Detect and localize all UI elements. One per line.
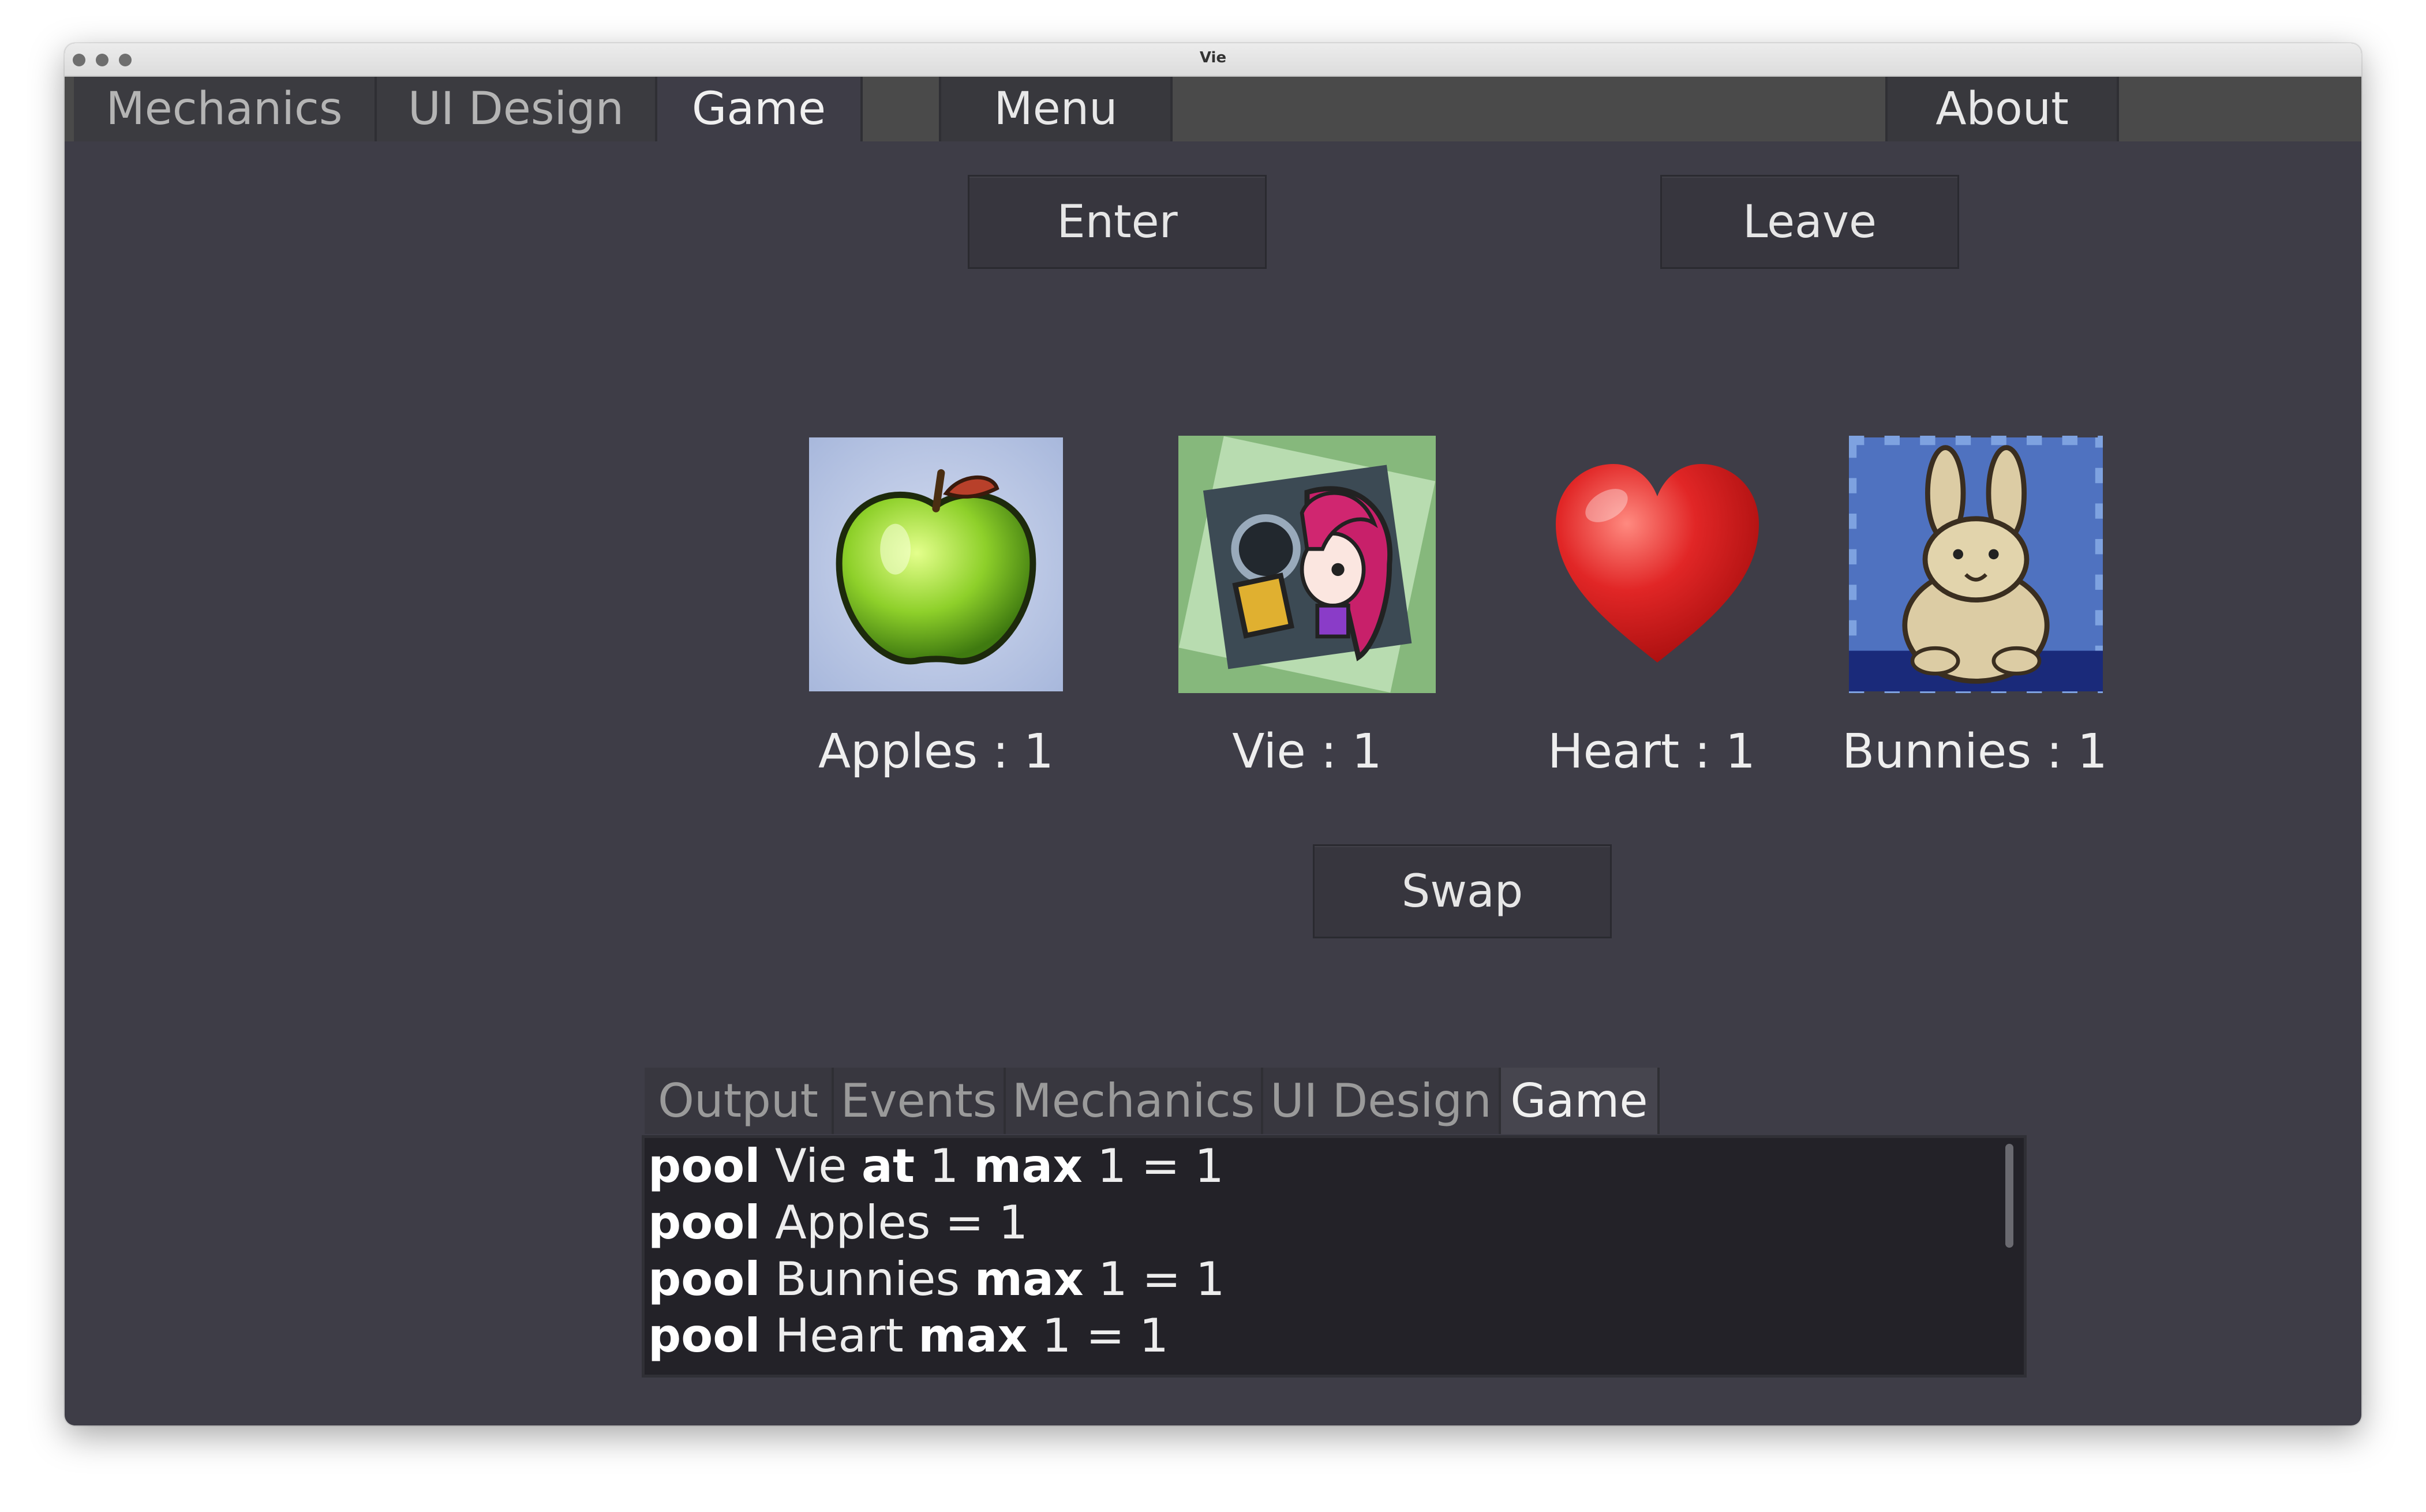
log-line: pool Apples = 1 [648, 1196, 1028, 1249]
log-tab-ui-design[interactable]: UI Design [1263, 1068, 1501, 1134]
vie-character-icon [1178, 436, 1436, 693]
window-title: Vie [1199, 49, 1227, 66]
log-tab-events[interactable]: Events [834, 1068, 1006, 1134]
log-panel[interactable]: pool Vie at 1 max 1 = 1 pool Apples = 1 … [642, 1135, 2027, 1378]
tab-ui-design[interactable]: UI Design [377, 77, 657, 141]
log-line: pool Bunnies max 1 = 1 [648, 1252, 1225, 1306]
app-window: Vie Mechanics UI Design Game Menu About … [65, 43, 2361, 1425]
tab-game[interactable]: Game [657, 77, 863, 141]
swap-button[interactable]: Swap [1313, 844, 1612, 938]
bunnies-count-label: Bunnies : 1 [1841, 724, 2108, 779]
apple-icon [809, 437, 1063, 691]
apples-count-label: Apples : 1 [818, 724, 1054, 779]
log-tab-game[interactable]: Game [1501, 1068, 1660, 1134]
leave-button[interactable]: Leave [1660, 175, 1959, 269]
log-tab-output[interactable]: Output [645, 1068, 834, 1134]
enter-button[interactable]: Enter [968, 175, 1267, 269]
log-scrollbar[interactable] [2005, 1144, 2013, 1248]
heart-icon [1542, 450, 1773, 681]
heart-count-label: Heart : 1 [1547, 724, 1756, 779]
log-tab-mechanics[interactable]: Mechanics [1006, 1068, 1263, 1134]
log-line: pool Vie at 1 max 1 = 1 [648, 1139, 1224, 1193]
title-bar: Vie [65, 43, 2361, 77]
about-button[interactable]: About [1885, 77, 2119, 141]
menu-button[interactable]: Menu [939, 77, 1173, 141]
vie-count-label: Vie : 1 [1232, 724, 1382, 779]
menu-bar: Mechanics UI Design Game Menu About [65, 77, 2361, 141]
log-line: pool Heart max 1 = 1 [648, 1309, 1169, 1363]
bunny-icon [1849, 436, 2103, 693]
tab-mechanics[interactable]: Mechanics [74, 77, 377, 141]
